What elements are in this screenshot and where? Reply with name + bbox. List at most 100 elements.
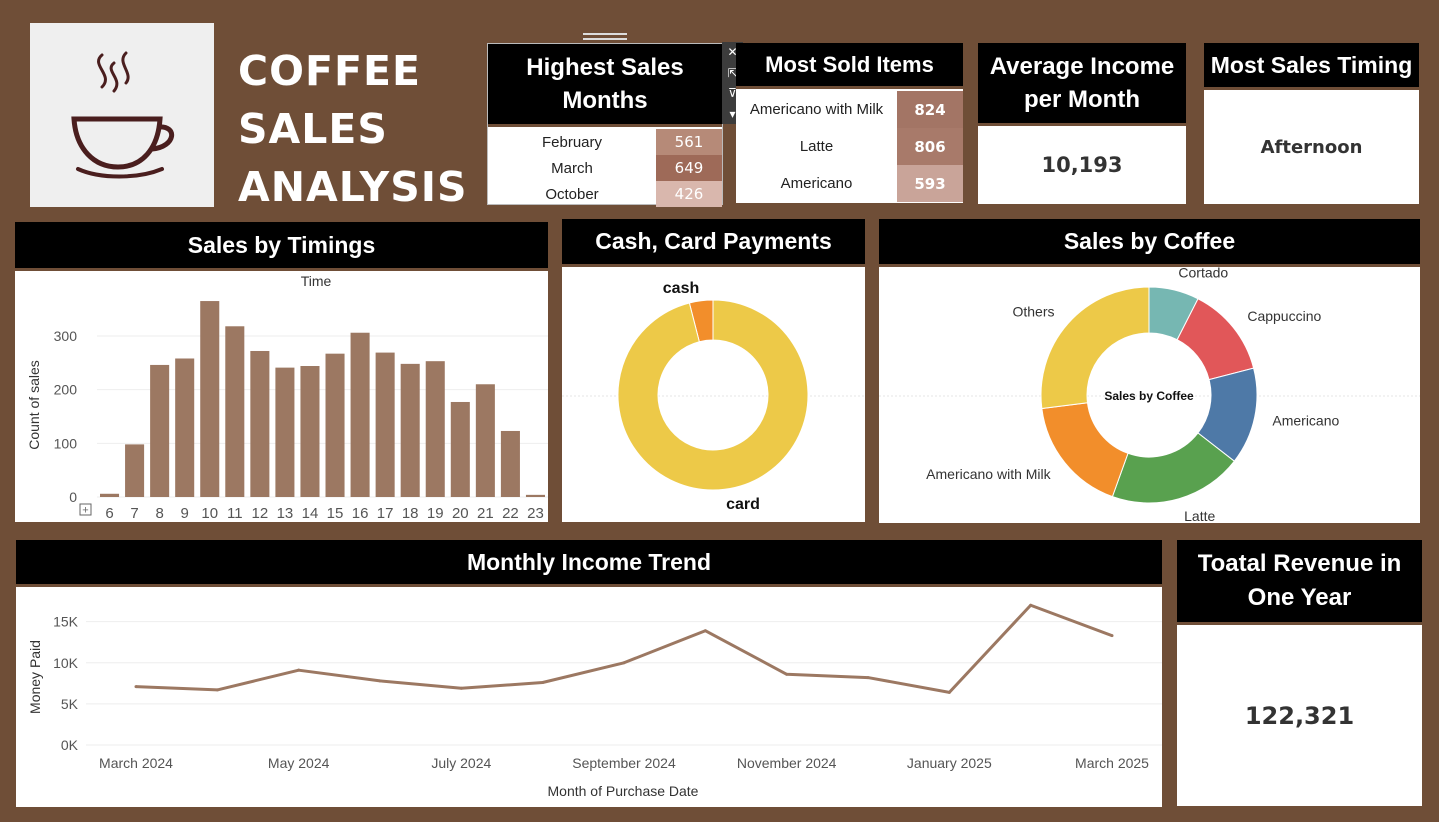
bar [100,493,120,497]
x-tick-label: September 2024 [572,755,676,771]
highest-sales-title: Highest Sales Months [488,44,722,127]
sales-by-coffee-card[interactable]: Sales by Coffee Sales by Coffee Cortado Ca… [879,219,1420,523]
y-tick-label: 5K [61,696,79,712]
x-tick-label: 16 [352,505,369,522]
y-tick-label: 10K [53,655,79,671]
avg-income-title: Average Income per Month [978,43,1186,126]
slice-label: Cortado [1178,267,1228,280]
payments-title: Cash, Card Payments [562,219,865,267]
bar [500,430,520,497]
row-value: 561 [656,129,722,155]
monthly-trend-card[interactable]: Monthly Income Trend 0K 5K 10K 15K Money Pai… [16,540,1162,807]
bar [400,363,420,497]
coffee-cup-icon [71,51,175,179]
y-axis-label: Money Paid [27,640,43,714]
x-tick-label: 19 [427,505,444,522]
bar [275,367,295,497]
row-value: 593 [897,165,963,202]
x-tick-label: 17 [377,505,394,522]
series-line [135,603,1113,694]
slice-label: Latte [1184,508,1215,523]
bar [475,384,495,497]
x-tick-label: 10 [201,505,218,522]
expand-icon-plus: + [82,505,88,517]
logo [30,23,214,207]
data-point [215,688,219,692]
move-grip-handle[interactable] [583,33,627,40]
more-options-icon[interactable]: ▾ [729,107,735,121]
bar [125,444,145,497]
sales-by-timings-card[interactable]: Sales by Timings Time 0 100 200 300 Count of … [15,222,548,522]
payments-card[interactable]: Cash, Card Payments cash card [562,219,865,522]
data-point [947,690,951,694]
table-row[interactable]: Americano 593 [736,165,963,202]
x-axis-label: Month of Purchase Date [548,783,699,799]
row-label: March [551,159,593,177]
row-label: October [545,185,599,203]
highest-sales-card[interactable]: Highest Sales Months February 561 March … [487,43,723,207]
x-tick-label: January 2025 [907,755,992,771]
data-point [785,672,789,676]
bar [425,361,445,497]
table-row[interactable]: February 561 [488,129,722,155]
slice-label: card [726,496,760,513]
title-line-3: ANALYSIS [238,163,468,211]
bar [450,401,470,497]
x-tick-label: 22 [502,505,519,522]
most-sales-timing-card[interactable]: Most Sales Timing Afternoon [1204,43,1419,204]
highest-sales-table: February 561 March 649 October 426 [488,127,722,207]
x-tick-label: 12 [252,505,269,522]
row-value: 806 [897,128,963,165]
bar [250,350,270,497]
avg-income-card[interactable]: Average Income per Month 10,193 [978,43,1186,204]
most-sold-card[interactable]: Most Sold Items Americano with Milk 824 … [736,43,963,203]
title-line-2: SALES [238,105,388,153]
y-tick-label: 0 [69,489,77,505]
slice-label: Americano [1272,413,1339,429]
total-revenue-title: Toatal Revenue in One Year [1177,540,1422,625]
total-revenue-card[interactable]: Toatal Revenue in One Year 122,321 [1177,540,1422,806]
table-row[interactable]: Americano with Milk 824 [736,91,963,128]
monthly-trend-title: Monthly Income Trend [16,540,1162,587]
bar [525,494,545,497]
row-label: February [541,133,603,151]
bar [350,332,370,497]
sales-by-timings-title: Sales by Timings [15,222,548,271]
slice-label: Cappuccino [1247,308,1321,324]
x-tick-label: 21 [477,505,494,522]
x-tick-label: 23 [527,505,544,522]
table-row[interactable]: Latte 806 [736,128,963,165]
slice-label: cash [663,280,699,297]
x-tick-label: 6 [105,505,113,522]
data-point [134,685,138,689]
x-tick-label: 18 [402,505,419,522]
y-tick-label: 300 [54,328,78,344]
x-tick-label: 15 [327,505,344,522]
bar [225,326,245,497]
x-tick-label: 8 [155,505,163,522]
coffee-donut-chart: Sales by Coffee Cortado Cappuccino American… [879,267,1420,523]
avg-income-value: 10,193 [1041,153,1123,177]
title-line-1: COFFEE [238,47,421,95]
slice-label: Others [1012,304,1054,320]
row-label: Americano with Milk [749,101,884,118]
x-tick-label: March 2024 [99,755,173,771]
sales-by-coffee-title: Sales by Coffee [879,219,1420,267]
x-tick-label: 14 [302,505,319,522]
data-point [459,686,463,690]
bar [325,353,345,497]
slice-label: Americano with Milk [926,466,1051,482]
payments-donut-chart: cash card [562,280,865,513]
line-chart: 0K 5K 10K 15K Money Paid March 2024 May 2024 Ju… [27,603,1162,799]
bar [150,364,170,497]
table-row[interactable]: October 426 [488,181,722,207]
row-label: Latte [799,138,834,155]
data-point [297,668,301,672]
bar [300,366,320,497]
x-tick-label: March 2025 [1075,755,1149,771]
y-tick-label: 100 [54,435,78,451]
y-tick-label: 15K [53,614,79,630]
x-tick-label: May 2024 [268,755,330,771]
table-row[interactable]: March 649 [488,155,722,181]
x-tick-label: July 2024 [431,755,491,771]
